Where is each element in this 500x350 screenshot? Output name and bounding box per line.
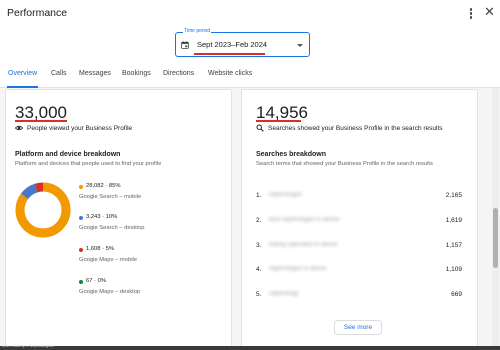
tab-calls[interactable]: Calls bbox=[51, 70, 67, 77]
chevron-down-icon bbox=[297, 44, 303, 47]
legend-value: 1,608 · 5% bbox=[86, 246, 115, 252]
legend-item: 67 · 0% Google Maps – desktop bbox=[79, 278, 219, 302]
legend-value: 67 · 0% bbox=[86, 278, 106, 284]
tab-overview[interactable]: Overview bbox=[8, 70, 37, 77]
taskbar-tab-label: nes – Liberty – Nephrologists bbox=[2, 343, 54, 348]
tab-bar: Overview Calls Messages Bookings Directi… bbox=[0, 62, 500, 88]
legend-label: Google Search – mobile bbox=[79, 194, 142, 200]
eye-icon bbox=[15, 125, 23, 131]
search-count: 1,109 bbox=[445, 266, 462, 273]
legend-item: 28,082 · 85% Google Search – mobile bbox=[79, 183, 219, 207]
search-term-row: 2. best nephrologist in lahore 1,619 bbox=[256, 217, 462, 229]
search-term-row: 3. kidney specialist in lahore 1,157 bbox=[256, 242, 462, 254]
search-rank: 2. bbox=[256, 217, 262, 224]
search-term: best nephrologist in lahore bbox=[269, 217, 340, 223]
search-rank: 3. bbox=[256, 242, 262, 249]
platform-breakdown-title: Platform and device breakdown bbox=[15, 151, 121, 158]
more-vert-icon[interactable] bbox=[466, 7, 476, 21]
legend-value: 3,243 · 10% bbox=[86, 214, 118, 220]
scrollbar-thumb[interactable] bbox=[493, 208, 498, 268]
calendar-icon bbox=[181, 41, 189, 49]
dialog-header: Performance ✕ bbox=[0, 0, 500, 30]
legend-item: 1,608 · 5% Google Maps – mobile bbox=[79, 246, 219, 270]
search-term: nephrologist in lahore bbox=[269, 266, 327, 272]
red-underline-mark bbox=[15, 120, 67, 122]
search-term-row: 5. nephrology 669 bbox=[256, 291, 462, 303]
legend-label: Google Search – desktop bbox=[79, 225, 145, 231]
time-period-label: Time period bbox=[183, 28, 212, 35]
tab-bookings[interactable]: Bookings bbox=[122, 70, 151, 77]
search-count: 1,619 bbox=[445, 217, 462, 224]
legend-dot bbox=[79, 280, 83, 284]
legend-item: 3,243 · 10% Google Search – desktop bbox=[79, 214, 219, 238]
search-term: nephrologist bbox=[269, 192, 302, 198]
legend-dot bbox=[79, 248, 83, 252]
taskbar: nes – Liberty – Nephrologists bbox=[0, 343, 500, 350]
legend-dot bbox=[79, 216, 83, 220]
search-views-label: Searches showed your Business Profile in… bbox=[268, 125, 443, 132]
legend-label: Google Maps – mobile bbox=[79, 257, 138, 263]
red-underline-mark bbox=[194, 53, 265, 55]
tab-website-clicks[interactable]: Website clicks bbox=[208, 70, 252, 77]
search-term: kidney specialist in lahore bbox=[269, 242, 338, 248]
close-icon[interactable]: ✕ bbox=[484, 5, 495, 19]
searches-breakdown-title: Searches breakdown bbox=[256, 151, 327, 158]
profile-views-label: People viewed your Business Profile bbox=[27, 125, 133, 132]
search-rank: 5. bbox=[256, 291, 262, 298]
legend-value: 28,082 · 85% bbox=[86, 183, 121, 189]
search-count: 2,165 bbox=[445, 192, 462, 199]
red-underline-mark bbox=[256, 120, 301, 122]
time-period-value: Sept 2023–Feb 2024 bbox=[197, 40, 268, 49]
search-term: nephrology bbox=[269, 291, 299, 297]
tab-directions[interactable]: Directions bbox=[163, 70, 194, 77]
search-rank: 1. bbox=[256, 192, 262, 199]
search-count: 1,157 bbox=[445, 242, 462, 249]
tab-messages[interactable]: Messages bbox=[79, 70, 111, 77]
platform-donut-chart bbox=[15, 182, 71, 238]
search-icon bbox=[256, 124, 264, 132]
legend-label: Google Maps – desktop bbox=[79, 289, 141, 295]
page-title: Performance bbox=[7, 7, 68, 19]
legend-dot bbox=[79, 185, 83, 189]
search-term-row: 4. nephrologist in lahore 1,109 bbox=[256, 266, 462, 278]
searches-breakdown-desc: Search terms that showed your Business P… bbox=[256, 161, 433, 167]
search-rank: 4. bbox=[256, 266, 262, 273]
scrollbar[interactable] bbox=[492, 88, 499, 346]
search-count: 669 bbox=[451, 291, 462, 298]
search-term-row: 1. nephrologist 2,165 bbox=[256, 192, 462, 204]
see-more-button[interactable]: See more bbox=[334, 320, 382, 335]
platform-breakdown-desc: Platform and devices that people used to… bbox=[15, 161, 162, 167]
